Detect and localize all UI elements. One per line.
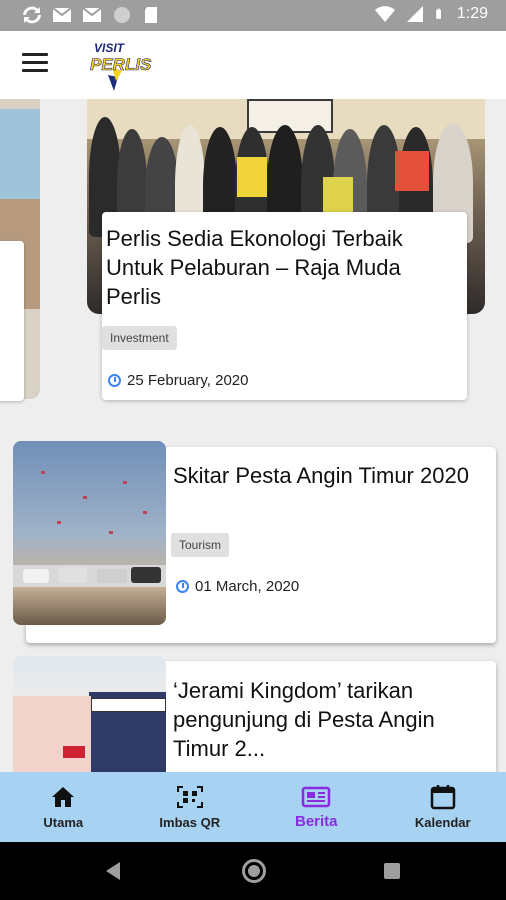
newspaper-icon xyxy=(302,786,331,808)
battery-icon xyxy=(436,8,441,19)
app-bar: VISIT PERLIS xyxy=(0,31,506,99)
nav-berita[interactable]: Berita xyxy=(253,772,380,842)
clock-icon xyxy=(108,374,121,387)
news-thumbnail[interactable] xyxy=(13,656,166,772)
back-icon[interactable] xyxy=(106,862,120,880)
carousel-card-previous-panel[interactable] xyxy=(0,241,24,401)
news-title[interactable]: ‘Jerami Kingdom’ tarikan pengunjung di P… xyxy=(173,676,473,763)
gmail-icon xyxy=(82,7,102,22)
clock-icon xyxy=(176,580,189,593)
wifi-icon xyxy=(374,6,395,22)
article-date: 01 March, 2020 xyxy=(176,578,299,595)
news-title[interactable]: Skitar Pesta Angin Timur 2020 xyxy=(173,461,473,490)
featured-article-title[interactable]: Perlis Sedia Ekonologi Terbaik Untuk Pel… xyxy=(106,224,446,311)
recent-apps-icon[interactable] xyxy=(384,863,400,879)
news-feed[interactable]: Perlis Sedia Ekonologi Terbaik Untuk Pel… xyxy=(0,99,506,772)
news-thumbnail[interactable] xyxy=(13,441,166,625)
calendar-icon xyxy=(430,785,455,810)
home-icon xyxy=(52,787,75,807)
article-date: 25 February, 2020 xyxy=(108,372,248,389)
home-button-icon[interactable] xyxy=(242,859,266,883)
category-tag: Tourism xyxy=(171,533,230,557)
nav-kalendar[interactable]: Kalendar xyxy=(380,772,506,842)
visit-perlis-logo: VISIT PERLIS xyxy=(88,37,152,95)
status-time: 1:29 xyxy=(456,5,488,22)
qr-code-icon xyxy=(176,786,203,808)
nav-imbas-qr[interactable]: Imbas QR xyxy=(127,772,254,842)
featured-article-card[interactable]: Perlis Sedia Ekonologi Terbaik Untuk Pel… xyxy=(102,212,467,400)
nav-utama[interactable]: Utama xyxy=(0,772,127,842)
signal-icon xyxy=(406,6,423,22)
menu-icon[interactable] xyxy=(22,53,48,75)
system-navigation-bar xyxy=(0,842,506,900)
circle-icon xyxy=(114,7,130,23)
sd-card-icon xyxy=(145,7,157,23)
bottom-navigation: Utama Imbas QR Berita Kalendar xyxy=(0,772,506,842)
category-tag: Investment xyxy=(102,326,177,350)
gmail-icon xyxy=(52,7,72,22)
status-bar: 1:29 xyxy=(0,0,506,31)
sync-icon xyxy=(23,6,41,24)
